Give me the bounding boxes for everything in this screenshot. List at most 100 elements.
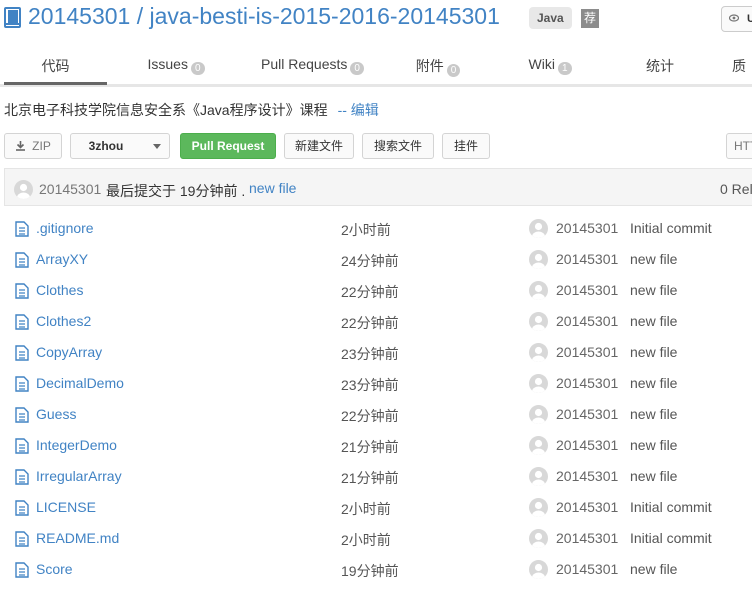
file-author[interactable]: 20145301 [556, 313, 618, 329]
file-row[interactable]: Clothes 22分钟前 20145301 new file [0, 275, 752, 306]
tab-wiki-count: 1 [557, 62, 572, 75]
file-commit-message[interactable]: new file [630, 375, 677, 391]
file-author[interactable]: 20145301 [556, 437, 618, 453]
file-row[interactable]: Guess 22分钟前 20145301 new file [0, 399, 752, 430]
avatar-icon [529, 529, 548, 548]
file-icon [15, 469, 29, 485]
pull-request-button-label: Pull Request [191, 139, 265, 153]
watch-button[interactable]: U [721, 6, 752, 32]
file-commit-message[interactable]: new file [630, 561, 677, 577]
file-time: 21分钟前 [341, 439, 399, 455]
file-commit-message[interactable]: new file [630, 437, 677, 453]
file-commit-message[interactable]: new file [630, 282, 677, 298]
file-name-link[interactable]: README.md [36, 530, 119, 546]
file-name-link[interactable]: ArrayXY [36, 251, 88, 267]
tab-quality-label: 质 [732, 58, 746, 74]
new-file-button[interactable]: 新建文件 [284, 133, 354, 159]
commit-message-link[interactable]: new file [249, 180, 296, 196]
file-icon [15, 252, 29, 268]
pull-request-button[interactable]: Pull Request [180, 133, 276, 159]
commit-author[interactable]: 20145301 [39, 181, 101, 197]
file-icon [15, 376, 29, 392]
file-author[interactable]: 20145301 [556, 344, 618, 360]
file-author[interactable]: 20145301 [556, 530, 618, 546]
avatar-icon [529, 498, 548, 517]
file-row[interactable]: ArrayXY 24分钟前 20145301 new file [0, 244, 752, 275]
file-icon [15, 531, 29, 547]
file-name-link[interactable]: Clothes2 [36, 313, 91, 329]
file-name-link[interactable]: LICENSE [36, 499, 96, 515]
file-author[interactable]: 20145301 [556, 251, 618, 267]
last-commit-bar: 20145301 最后提交于 19分钟前 . new file 0 Rele [4, 168, 752, 206]
edit-description-link[interactable]: -- 编辑 [338, 102, 379, 118]
tab-wiki[interactable]: Wiki 1 [520, 56, 580, 81]
file-name-link[interactable]: Score [36, 561, 73, 577]
file-name-link[interactable]: IntegerDemo [36, 437, 117, 453]
branch-select[interactable]: 3zhou [70, 133, 170, 159]
file-icon [15, 500, 29, 516]
releases-link[interactable]: 0 Rele [720, 181, 752, 197]
file-row[interactable]: Score 19分钟前 20145301 new file [0, 554, 752, 585]
file-row[interactable]: IntegerDemo 21分钟前 20145301 new file [0, 430, 752, 461]
file-row[interactable]: LICENSE 2小时前 20145301 Initial commit [0, 492, 752, 523]
tab-code[interactable]: 代码 [4, 56, 107, 85]
file-time: 23分钟前 [341, 377, 399, 393]
file-commit-message[interactable]: new file [630, 406, 677, 422]
plugin-button-label: 挂件 [453, 139, 478, 153]
avatar-icon [14, 180, 33, 199]
new-file-button-label: 新建文件 [294, 139, 343, 153]
file-row[interactable]: README.md 2小时前 20145301 Initial commit [0, 523, 752, 554]
tab-pull-requests-label: Pull Requests [261, 56, 348, 72]
tab-quality[interactable]: 质 [732, 56, 752, 81]
caret-down-icon [153, 144, 161, 149]
file-commit-message[interactable]: new file [630, 468, 677, 484]
tab-attachments[interactable]: 附件 0 [408, 56, 468, 81]
repo-description: 北京电子科技学院信息安全系《Java程序设计》课程 -- 编辑 [4, 100, 379, 120]
avatar-icon [529, 560, 548, 579]
tab-attachments-count: 0 [446, 64, 461, 77]
file-row[interactable]: DecimalDemo 23分钟前 20145301 new file [0, 368, 752, 399]
file-time: 2小时前 [341, 501, 391, 517]
file-commit-message[interactable]: new file [630, 344, 677, 360]
file-commit-message[interactable]: new file [630, 251, 677, 267]
file-name-link[interactable]: Clothes [36, 282, 83, 298]
file-name-link[interactable]: Guess [36, 406, 76, 422]
file-author[interactable]: 20145301 [556, 282, 618, 298]
file-commit-message[interactable]: new file [630, 313, 677, 329]
file-author[interactable]: 20145301 [556, 561, 618, 577]
file-author[interactable]: 20145301 [556, 220, 618, 236]
download-zip-button[interactable]: ZIP [4, 133, 62, 159]
tab-issues[interactable]: Issues 0 [136, 56, 216, 81]
repo-name-link[interactable]: java-besti-is-2015-2016-20145301 [150, 3, 500, 29]
file-time: 21分钟前 [341, 470, 399, 486]
file-name-link[interactable]: CopyArray [36, 344, 102, 360]
file-author[interactable]: 20145301 [556, 375, 618, 391]
file-icon [15, 562, 29, 578]
repo-tabs: 代码 Issues 0 Pull Requests 0 附件 0 Wiki 1 统计 质 [0, 52, 752, 87]
recommend-badge: 荐 [581, 9, 599, 28]
file-name-link[interactable]: IrregularArray [36, 468, 122, 484]
file-row[interactable]: CopyArray 23分钟前 20145301 new file [0, 337, 752, 368]
clone-protocol-button[interactable]: HTT [726, 133, 752, 159]
file-row[interactable]: IrregularArray 21分钟前 20145301 new file [0, 461, 752, 492]
repo-title-separator: / [130, 3, 150, 29]
repo-owner-link[interactable]: 20145301 [28, 3, 130, 29]
file-row[interactable]: .gitignore 2小时前 20145301 Initial commit [0, 213, 752, 244]
file-row[interactable]: Clothes2 22分钟前 20145301 new file [0, 306, 752, 337]
avatar-icon [529, 219, 548, 238]
avatar-icon [529, 436, 548, 455]
tab-pull-requests[interactable]: Pull Requests 0 [250, 56, 375, 81]
plugin-button[interactable]: 挂件 [442, 133, 490, 159]
file-author[interactable]: 20145301 [556, 468, 618, 484]
file-commit-message[interactable]: Initial commit [630, 499, 712, 515]
file-name-link[interactable]: DecimalDemo [36, 375, 124, 391]
search-file-button[interactable]: 搜索文件 [362, 133, 434, 159]
tab-issues-count: 0 [190, 62, 205, 75]
file-commit-message[interactable]: Initial commit [630, 220, 712, 236]
file-name-link[interactable]: .gitignore [36, 220, 94, 236]
tab-statistics[interactable]: 统计 [640, 56, 680, 81]
file-author[interactable]: 20145301 [556, 406, 618, 422]
file-time: 22分钟前 [341, 408, 399, 424]
file-author[interactable]: 20145301 [556, 499, 618, 515]
file-commit-message[interactable]: Initial commit [630, 530, 712, 546]
